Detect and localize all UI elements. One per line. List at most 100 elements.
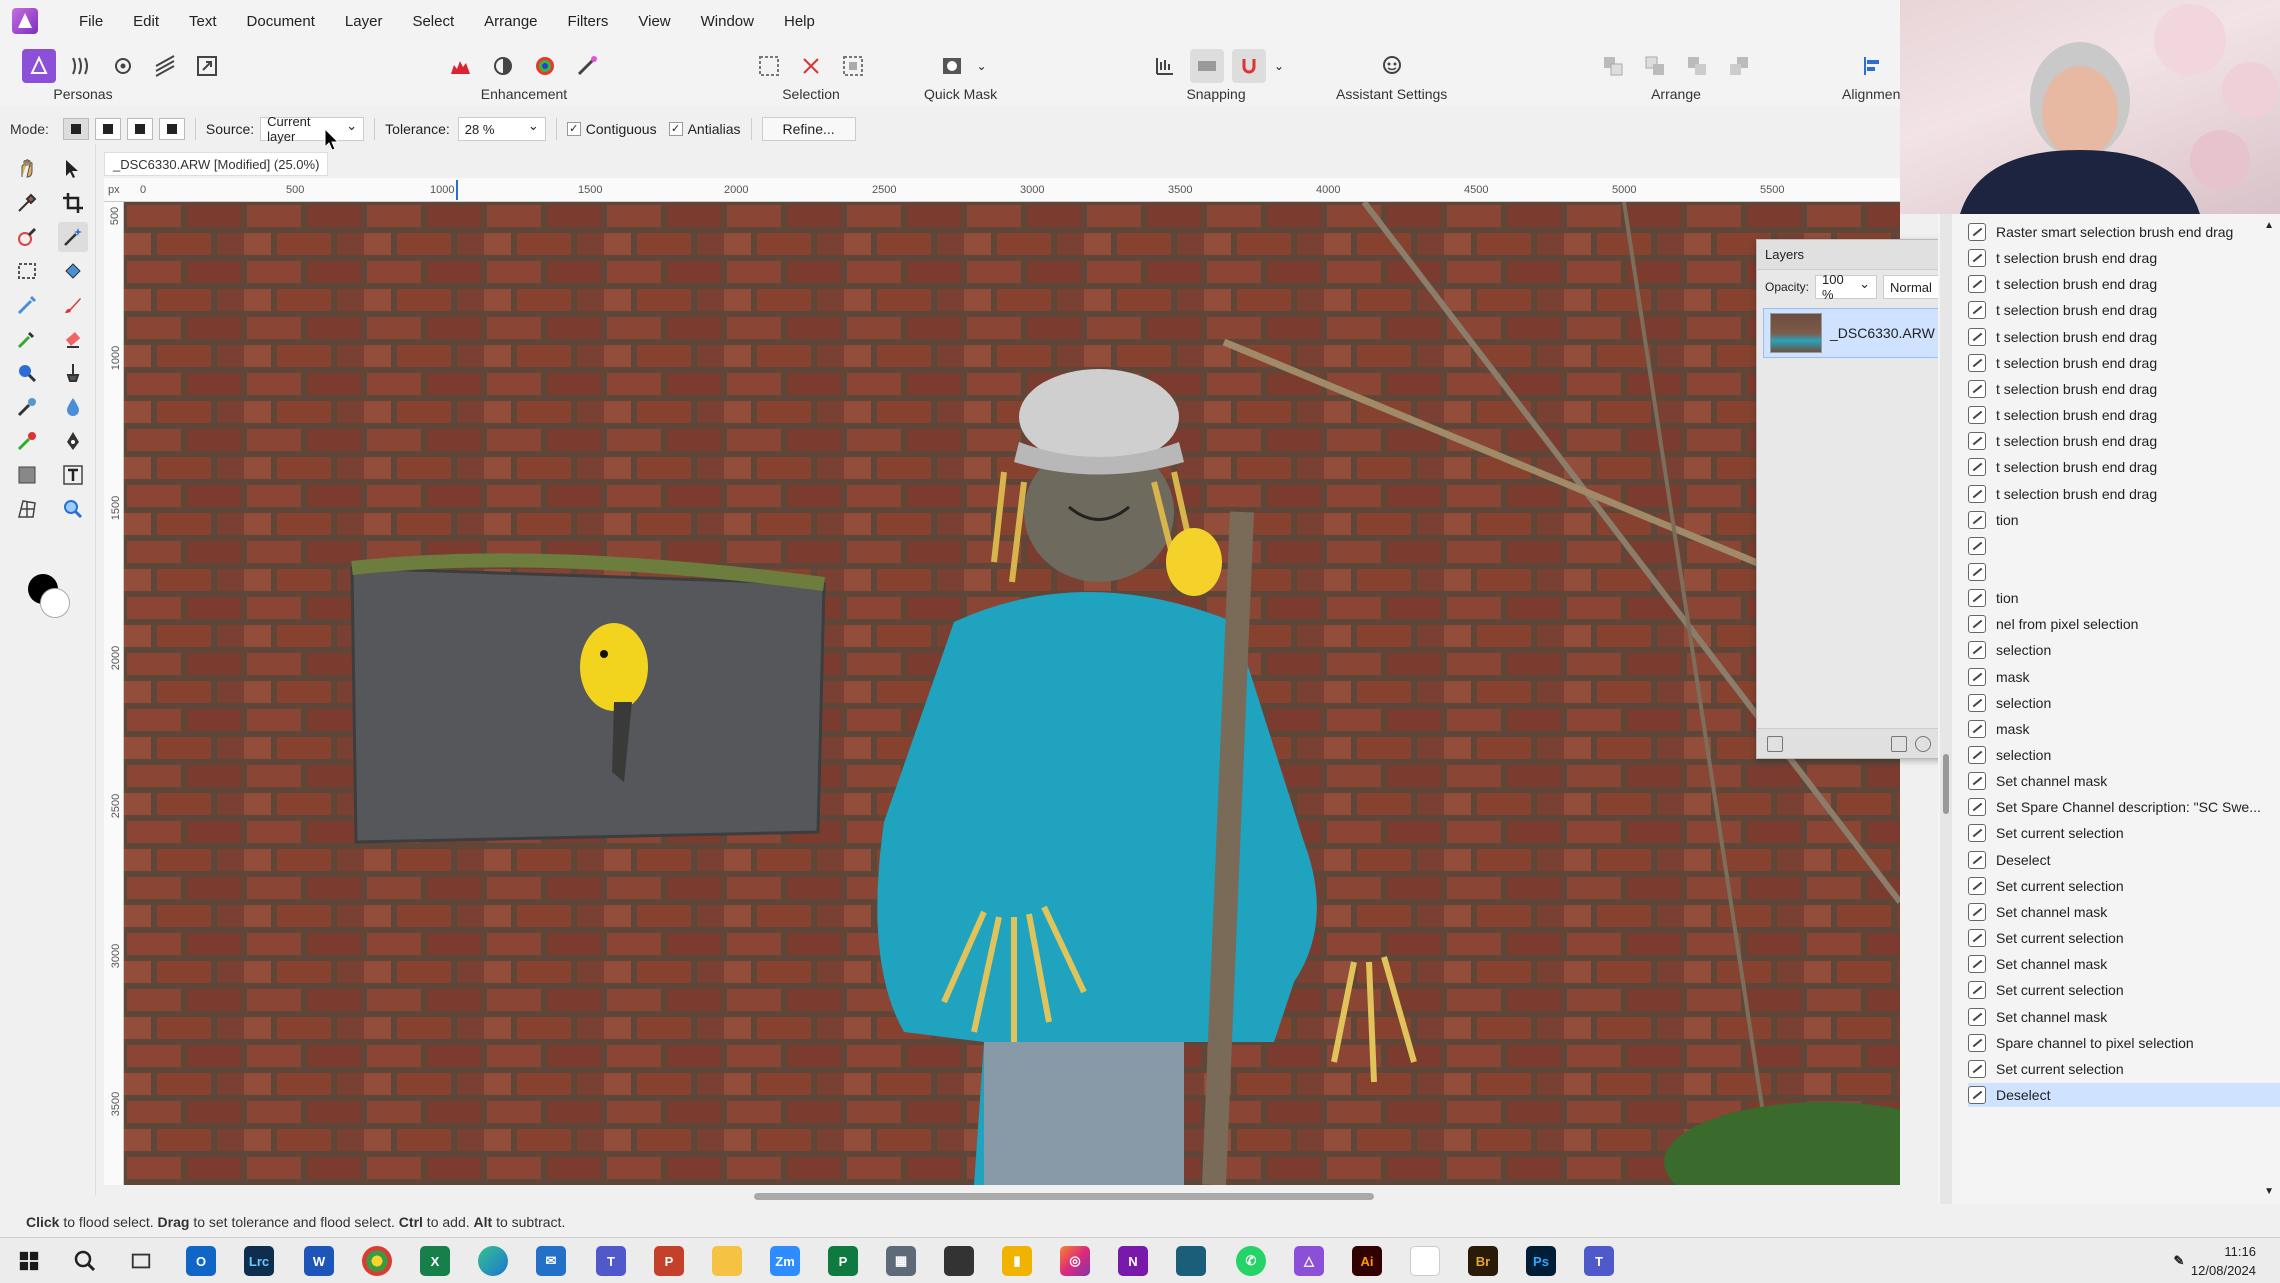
menu-filters[interactable]: Filters [553,13,624,30]
menu-window[interactable]: Window [686,13,769,30]
teams-icon[interactable]: T [596,1246,626,1276]
develop-persona-icon[interactable] [106,49,140,83]
view-tool-hand-icon[interactable] [12,154,42,184]
teams-icon[interactable]: T [1584,1246,1614,1276]
move-back-one-icon[interactable] [1638,49,1672,83]
history-item[interactable]: Set channel mask [1968,952,2280,976]
whatsapp-icon[interactable]: ✆ [1236,1246,1266,1276]
move-to-front-icon[interactable] [1722,49,1756,83]
affinity-photo-icon[interactable]: △ [1294,1246,1324,1276]
history-item[interactable]: Spare channel to pixel selection [1968,1031,2280,1055]
history-item[interactable]: Deselect [1968,848,2280,872]
history-item[interactable]: tion [1968,586,2280,610]
pixel-tool-icon[interactable] [12,290,42,320]
crop-tool-icon[interactable] [58,188,88,218]
history-item[interactable]: t selection brush end drag [1968,429,2280,453]
history-item[interactable]: Set current selection [1968,1057,2280,1081]
task-view-icon[interactable] [126,1246,156,1276]
edge-icon[interactable] [478,1246,508,1276]
history-item[interactable]: tion [1968,508,2280,532]
menu-edit[interactable]: Edit [118,13,174,30]
pen-tool-icon[interactable] [58,426,88,456]
notepad-icon[interactable] [1410,1246,1440,1276]
refine-button[interactable]: Refine... [761,117,856,141]
history-item[interactable]: mask [1968,665,2280,689]
menu-select[interactable]: Select [397,13,469,30]
select-all-icon[interactable] [752,49,786,83]
smudge-tool-icon[interactable] [12,392,42,422]
auto-contrast-icon[interactable] [486,49,520,83]
mode-new-button[interactable] [62,118,89,140]
dodge-tool-icon[interactable] [12,358,42,388]
erase-brush-tool-icon[interactable] [58,324,88,354]
history-item[interactable]: Set current selection [1968,926,2280,950]
opacity-dropdown[interactable]: 100 % [1815,272,1878,302]
color-picker-tool-icon[interactable] [12,188,42,218]
file-explorer-icon[interactable] [712,1246,742,1276]
tone-mapping-persona-icon[interactable] [148,49,182,83]
auto-colors-icon[interactable] [528,49,562,83]
history-item[interactable]: t selection brush end drag [1968,351,2280,375]
selection-brush-tool-icon[interactable] [12,222,42,252]
history-item[interactable]: Raster smart selection brush end drag [1968,220,2280,244]
photo-persona-icon[interactable] [22,49,56,83]
add-mask-icon[interactable] [1890,735,1907,752]
outlook-icon[interactable]: O [186,1246,216,1276]
levels-icon[interactable] [444,49,478,83]
color-well[interactable] [28,574,76,624]
bridge-icon[interactable]: Br [1468,1246,1498,1276]
zoom-tool-icon[interactable] [58,494,88,524]
history-item[interactable]: t selection brush end drag [1968,377,2280,401]
quick-mask-dropdown-icon[interactable]: ⌄ [977,59,987,73]
mode-intersect-button[interactable] [158,118,185,140]
history-item[interactable]: selection [1968,691,2280,715]
menu-file[interactable]: File [64,13,118,30]
layers-title[interactable]: Layers [1765,247,1804,262]
history-item[interactable]: Set channel mask [1968,1005,2280,1029]
history-item[interactable]: t selection brush end drag [1968,272,2280,296]
onenote-icon[interactable]: N [1118,1246,1148,1276]
paint-brush-tool-icon[interactable] [58,290,88,320]
snapping-dropdown-icon[interactable]: ⌄ [1274,59,1284,73]
menu-view[interactable]: View [623,13,685,30]
history-item[interactable]: Set Spare Channel description: "SC Swe..… [1968,795,2280,819]
publisher-icon[interactable]: P [828,1246,858,1276]
history-item[interactable]: mask [1968,717,2280,741]
inpainting-tool-icon[interactable] [58,358,88,388]
menu-arrange[interactable]: Arrange [469,13,552,30]
history-item[interactable] [1968,560,2280,584]
secondary-color-swatch[interactable] [40,588,70,618]
align-left-icon[interactable] [1856,49,1890,83]
windows-start-icon[interactable] [14,1246,44,1276]
deselect-icon[interactable] [794,49,828,83]
force-pixel-alignment-icon[interactable] [1190,49,1224,83]
history-item[interactable]: t selection brush end drag [1968,403,2280,427]
move-forward-one-icon[interactable] [1680,49,1714,83]
powerpoint-icon[interactable]: P [654,1246,684,1276]
text-tool-icon[interactable] [58,460,88,490]
history-item[interactable]: Set current selection [1968,821,2280,845]
assistant-icon[interactable] [1375,49,1409,83]
mode-subtract-button[interactable] [126,118,153,140]
pen-icon[interactable]: ✎ [2164,1246,2194,1276]
document-canvas[interactable] [124,202,1900,1185]
instagram-icon[interactable]: ◎ [1060,1246,1090,1276]
snapping-grid-icon[interactable] [1148,49,1182,83]
auto-white-balance-icon[interactable] [570,49,604,83]
history-item[interactable]: nel from pixel selection [1968,612,2280,636]
mesh-warp-tool-icon[interactable] [12,494,42,524]
liquify-persona-icon[interactable] [64,49,98,83]
lightroom-classic-icon[interactable]: Lrc [244,1246,274,1276]
app-icon[interactable] [1176,1246,1206,1276]
source-dropdown[interactable]: Current layer [260,114,365,144]
scrollbar-thumb[interactable] [754,1193,1374,1200]
history-item[interactable]: t selection brush end drag [1968,325,2280,349]
zoom-icon[interactable]: Zm [770,1246,800,1276]
fill-tool-icon[interactable] [58,256,88,286]
history-item[interactable]: Deselect [1968,1082,2280,1107]
history-item[interactable]: Set channel mask [1968,900,2280,924]
calculator-icon[interactable]: ▦ [886,1246,916,1276]
word-icon[interactable]: W [304,1246,334,1276]
flood-select-tool-icon[interactable] [58,222,88,252]
mode-add-button[interactable] [94,118,121,140]
